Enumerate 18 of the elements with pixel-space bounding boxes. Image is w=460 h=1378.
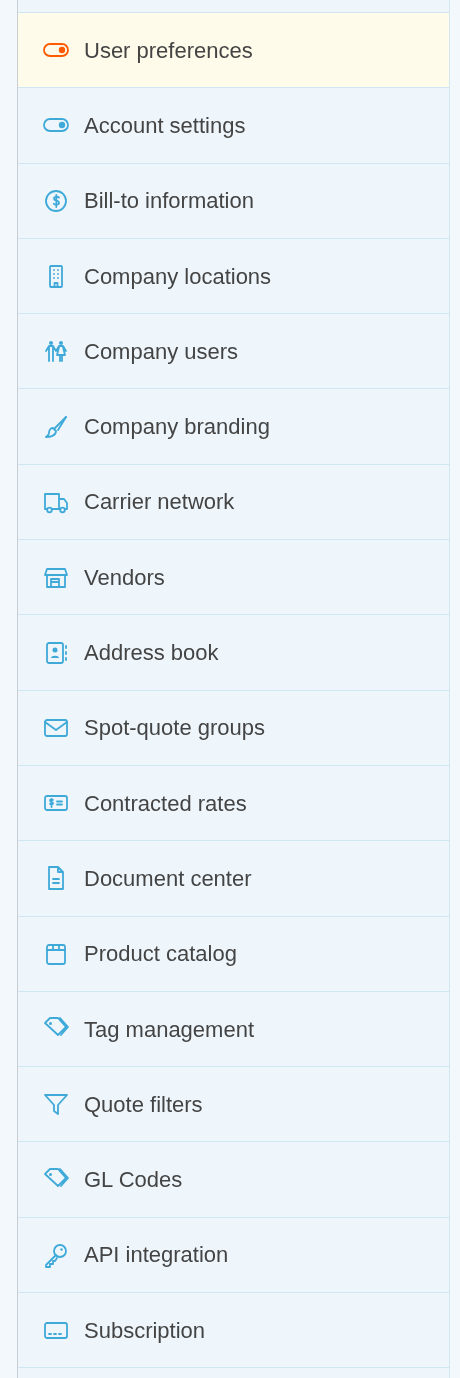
menu-item[interactable]: Vendors	[18, 540, 449, 616]
menu-item[interactable]: Carrier network	[18, 464, 449, 541]
menu-item[interactable]: Company locations	[18, 238, 449, 315]
menu-item[interactable]: API integration	[18, 1217, 449, 1294]
menu-item[interactable]: Product catalog	[18, 916, 449, 992]
menu-item[interactable]: Address book	[18, 615, 449, 691]
menu-item[interactable]: User preferences	[18, 13, 449, 89]
menu-item[interactable]: Quote filters	[18, 1067, 449, 1143]
menu-item[interactable]: Company users	[18, 314, 449, 390]
menu-item[interactable]: Bill-to information	[18, 163, 449, 239]
menu-item[interactable]: Tag management	[18, 991, 449, 1068]
menu-item[interactable]: Spot-quote groups	[18, 690, 449, 766]
menu-item[interactable]: Contracted rates	[18, 765, 449, 842]
menu-item[interactable]: Subscription	[18, 1293, 449, 1369]
menu-item[interactable]: GL Codes	[18, 1142, 449, 1218]
menu-item[interactable]: Company branding	[18, 389, 449, 465]
menu-item[interactable]: Document center	[18, 841, 449, 917]
menu-item[interactable]: Account settings	[18, 88, 449, 164]
